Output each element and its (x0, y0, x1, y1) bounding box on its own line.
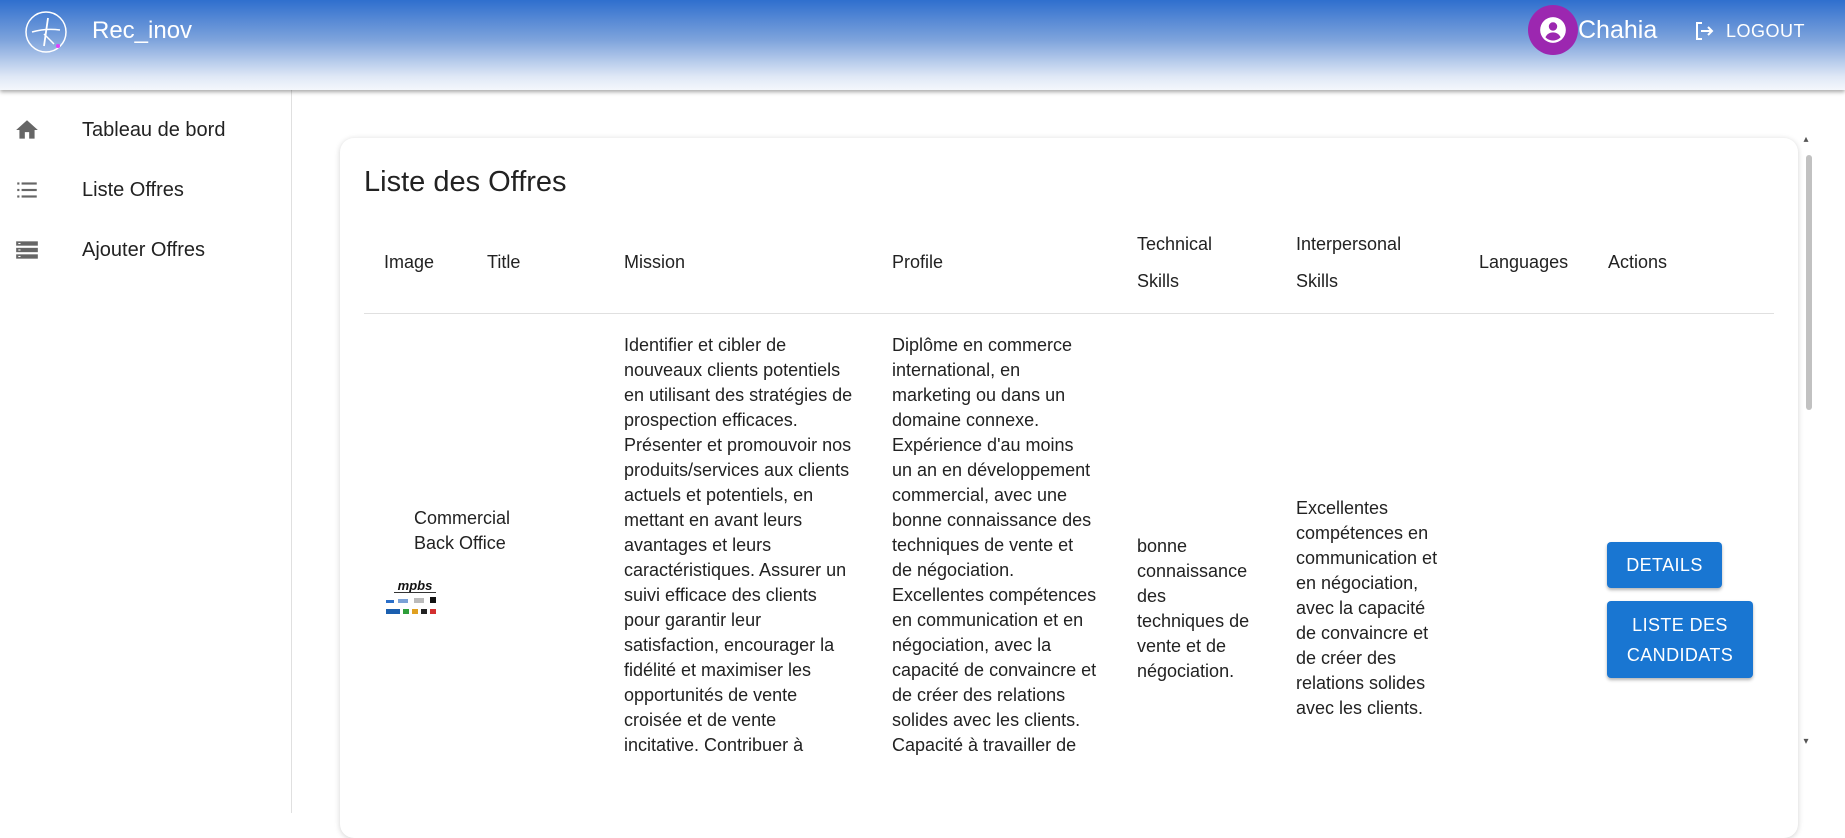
cell-line: de créer des (1296, 648, 1397, 668)
offer-title-cell: Commercial Back Office (414, 506, 510, 556)
cell-line: Expérience d'au moins (892, 435, 1074, 455)
offer-image-logo-text: mpbs (398, 578, 433, 593)
cell-line: techniques de (1137, 611, 1250, 631)
list-icon (17, 182, 37, 198)
cell-line: négociation, avec la (892, 635, 1052, 655)
cell-line: un an en développement (892, 460, 1091, 480)
cell-line: pour garantir leur (624, 610, 762, 630)
offer-mission-cell: Identifier et cibler de nouveaux clients … (624, 333, 864, 758)
sidebar-item-tableau-de-bord[interactable]: Tableau de bord (0, 102, 291, 158)
cell-line: en utilisant des stratégies de (624, 385, 853, 405)
page-title: Liste des Offres (364, 166, 567, 198)
cell-line: actuels et potentiels, en (624, 485, 814, 505)
cell-line: bonne connaissance des (892, 510, 1092, 530)
column-header-actions: Actions (1608, 252, 1668, 272)
cell-line: techniques de vente et (892, 535, 1074, 555)
cell-line: des (1137, 586, 1167, 606)
scrollbar-thumb[interactable] (1806, 155, 1812, 410)
column-header-line: Skills (1296, 271, 1339, 291)
cell-line: croisée et de vente (624, 710, 777, 730)
candidates-list-button[interactable]: LISTE DES CANDIDATS (1607, 601, 1753, 678)
column-header-languages: Languages (1479, 252, 1569, 272)
column-header-line: Interpersonal (1296, 234, 1402, 254)
cell-line: suivi efficace des clients (624, 585, 817, 605)
column-header-mission: Mission (624, 252, 686, 272)
table-header-divider (364, 313, 1774, 314)
user-name: Chahia (1578, 16, 1658, 44)
sidebar-item-label: Ajouter Offres (82, 238, 206, 261)
cell-line: avec la capacité (1296, 598, 1426, 618)
column-header-technical-skills: Technical Skills (1137, 226, 1212, 300)
column-header-profile: Profile (892, 252, 944, 272)
cell-line: avec les clients. (1296, 698, 1424, 718)
offer-image: mpbs (386, 578, 436, 614)
cell-line: en négociation, (1296, 573, 1419, 593)
cell-line: mettant en avant leurs (624, 510, 803, 530)
cell-line: caractéristiques. Assurer un (624, 560, 847, 580)
column-header-title: Title (487, 252, 521, 272)
home-icon (16, 120, 38, 139)
cell-line: opportunités de vente (624, 685, 798, 705)
logout-button[interactable]: LOGOUT (1692, 18, 1805, 44)
cell-line: Capacité à travailler de (892, 735, 1077, 755)
column-header-line: Technical (1137, 234, 1213, 254)
button-label-line: LISTE DES (1632, 614, 1728, 635)
cell-line: Identifier et cibler de (624, 335, 787, 355)
storage-icon (16, 241, 38, 259)
app-logo[interactable] (22, 8, 70, 56)
sidebar-item-ajouter-offres[interactable]: Ajouter Offres (0, 222, 291, 278)
scroll-down-arrow-icon[interactable]: ▾ (1800, 736, 1812, 748)
sidebar: Tableau de bord Liste Offres Ajouter Off… (0, 90, 292, 813)
cell-line: domaine connexe. (892, 410, 1040, 430)
account-circle-icon (1540, 17, 1566, 43)
avatar[interactable] (1528, 5, 1578, 55)
cell-line: communication et (1296, 548, 1438, 568)
cell-line: de négociation. (892, 560, 1015, 580)
offer-technical-skills-cell: bonne connaissance des techniques de vente e… (1137, 534, 1267, 684)
cell-line: en communication et en (892, 610, 1084, 630)
cell-line: de créer des relations (892, 685, 1066, 705)
cell-line: avantages et leurs (624, 535, 772, 555)
column-header-interpersonal-skills: Interpersonal Skills (1296, 226, 1401, 300)
cell-line: prospection efficaces. (624, 410, 798, 430)
cell-line: Excellentes compétences (892, 585, 1097, 605)
sidebar-item-label: Tableau de bord (82, 118, 226, 141)
offer-profile-cell: Diplôme en commerce international, en mark… (892, 333, 1112, 758)
cell-line: bonne (1137, 536, 1188, 556)
cell-line: Présenter et promouvoir nos (624, 435, 852, 455)
scroll-up-arrow-icon[interactable]: ▴ (1800, 134, 1812, 146)
cell-line: Back Office (414, 533, 506, 553)
cell-line: Excellentes (1296, 498, 1389, 518)
cell-line: produits/services aux clients (624, 460, 850, 480)
offers-card: Liste des Offres Image Title Mission Pro… (340, 138, 1798, 838)
cell-line: nouveaux clients potentiels (624, 360, 841, 380)
sidebar-item-liste-offres[interactable]: Liste Offres (0, 162, 291, 218)
cell-line: incitative. Contribuer à (624, 735, 804, 755)
details-button[interactable]: DETAILS (1607, 542, 1722, 588)
cell-line: négociation. (1137, 661, 1235, 681)
cell-line: relations solides (1296, 673, 1426, 693)
cell-line: international, en (892, 360, 1021, 380)
cell-line: satisfaction, encourager la (624, 635, 835, 655)
logout-label: LOGOUT (1726, 20, 1806, 41)
column-header-image: Image (384, 252, 435, 272)
column-header-line: Skills (1137, 271, 1180, 291)
cell-line: commercial, avec une (892, 485, 1068, 505)
cell-line: fidélité et maximiser les (624, 660, 812, 680)
cell-line: capacité de convaincre et (892, 660, 1097, 680)
cell-line: Commercial (414, 508, 511, 528)
app-bar: Rec_inov Chahia LOGOUT (0, 0, 1845, 90)
button-label-line: CANDIDATS (1626, 644, 1734, 665)
cell-line: marketing ou dans un (892, 385, 1066, 405)
cell-line: Diplôme en commerce (892, 335, 1073, 355)
cell-line: de convaincre et (1296, 623, 1429, 643)
offer-interpersonal-skills-cell: Excellentes compétences en communication e… (1296, 496, 1446, 721)
cell-line: vente et de (1137, 636, 1227, 656)
app-title: Rec_inov (92, 17, 193, 44)
cell-line: compétences en (1296, 523, 1429, 543)
cell-line: solides avec les clients. (892, 710, 1081, 730)
cell-line: connaissance (1137, 561, 1248, 581)
sidebar-item-label: Liste Offres (82, 178, 184, 201)
logout-icon (1696, 22, 1714, 40)
